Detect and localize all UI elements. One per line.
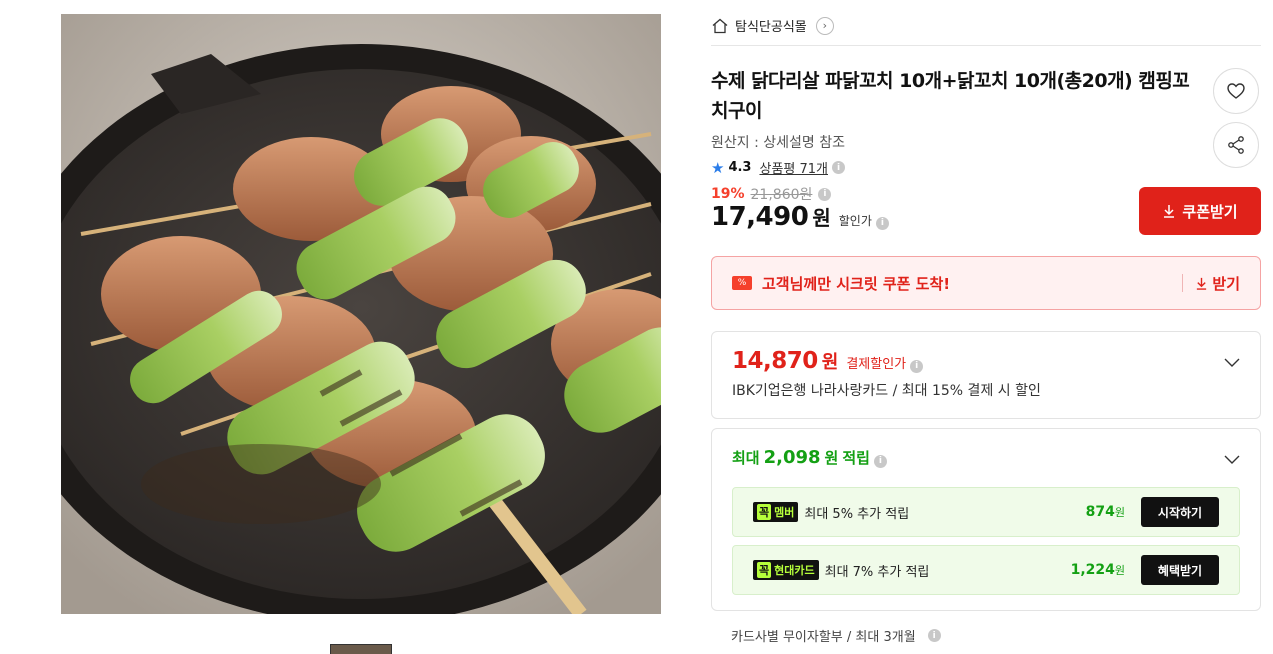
secret-coupon-get-button[interactable]: 받기 bbox=[1195, 273, 1240, 294]
card-discount-label: 결제할인가 bbox=[846, 357, 907, 372]
info-icon[interactable]: i bbox=[910, 359, 924, 373]
secret-coupon-text: 고객님께만 시크릿 쿠폰 도착! bbox=[762, 274, 951, 293]
coupon-download-button[interactable]: 쿠폰받기 bbox=[1139, 187, 1261, 235]
get-benefit-button[interactable]: 혜택받기 bbox=[1141, 555, 1219, 585]
chevron-down-icon[interactable] bbox=[1224, 354, 1240, 370]
divider bbox=[1182, 274, 1184, 292]
badge-label: 멤버 bbox=[774, 506, 795, 519]
reward-points-unit: 원 bbox=[1114, 506, 1125, 519]
coupon-button-label: 쿠폰받기 bbox=[1182, 202, 1238, 221]
coupon-icon: % bbox=[732, 276, 752, 290]
points-unit: 원 bbox=[824, 449, 839, 467]
info-icon[interactable]: i bbox=[832, 161, 845, 174]
info-icon[interactable]: i bbox=[875, 216, 889, 230]
info-icon[interactable]: i bbox=[873, 454, 887, 468]
info-icon[interactable]: i bbox=[818, 187, 832, 201]
chevron-down-icon[interactable] bbox=[1224, 451, 1240, 467]
reward-points-unit: 원 bbox=[1114, 564, 1125, 577]
download-icon bbox=[1197, 277, 1207, 290]
card-discount-unit: 원 bbox=[821, 352, 839, 373]
kkok-badge: 꼭 bbox=[757, 504, 772, 520]
sale-price: 17,490 bbox=[711, 202, 809, 232]
badge-label: 현대카드 bbox=[774, 564, 815, 577]
reward-desc: 최대 7% 추가 적립 bbox=[824, 564, 930, 580]
rating-score: 4.3 bbox=[728, 160, 752, 175]
member-badge: 꼭 멤버 bbox=[753, 502, 799, 522]
points-amount: 2,098 bbox=[763, 447, 821, 468]
reward-points: 1,224원 bbox=[1071, 562, 1125, 578]
hyundai-card-badge: 꼭 현대카드 bbox=[753, 560, 819, 580]
installment-info: 카드사별 무이자할부 / 최대 3개월 i bbox=[731, 626, 941, 645]
product-info-panel: 탐식단공식몰 › 수제 닭다리살 파닭꼬치 10개+닭꼬치 10개(총20개) … bbox=[711, 0, 1261, 654]
reward-row-hyundai-card: 꼭 현대카드 최대 7% 추가 적립 1,224원 혜택받기 bbox=[732, 545, 1240, 595]
installment-text: 카드사별 무이자할부 / 최대 3개월 bbox=[731, 630, 916, 645]
share-button[interactable] bbox=[1213, 122, 1259, 168]
thumbnail-image[interactable] bbox=[330, 644, 392, 654]
points-prefix: 최대 bbox=[732, 449, 760, 467]
wishlist-button[interactable] bbox=[1213, 68, 1259, 114]
card-discount-price-row: 14,870 원 결제할인가 i bbox=[732, 348, 1240, 374]
info-icon[interactable]: i bbox=[927, 629, 941, 642]
reward-points-value: 874 bbox=[1085, 504, 1115, 520]
store-name: 탐식단공식몰 bbox=[735, 20, 807, 35]
reward-points-value: 1,224 bbox=[1070, 562, 1115, 578]
card-discount-desc: IBK기업은행 나라사랑카드 / 최대 15% 결제 시 할인 bbox=[732, 383, 1041, 399]
reward-points: 874원 bbox=[1086, 504, 1125, 520]
origin-info: 원산지 : 상세설명 참조 bbox=[711, 135, 845, 151]
grilled-skewers-image bbox=[61, 14, 661, 614]
divider bbox=[711, 45, 1261, 46]
heart-icon bbox=[1227, 83, 1245, 99]
reward-row-member: 꼭 멤버 최대 5% 추가 적립 874원 시작하기 bbox=[732, 487, 1240, 537]
discount-rate: 19% bbox=[711, 186, 745, 202]
start-button[interactable]: 시작하기 bbox=[1141, 497, 1219, 527]
product-main-image bbox=[61, 14, 661, 614]
points-panel: 최대 2,098 원 적립 i 꼭 멤버 최대 5% 추가 적립 874원 시작… bbox=[711, 428, 1261, 611]
rating-row: ★ 4.3 상품평 71개 i bbox=[711, 158, 845, 177]
points-suffix: 적립 bbox=[842, 449, 870, 467]
price-unit: 원 bbox=[812, 206, 831, 230]
chevron-right-icon: › bbox=[815, 16, 834, 35]
reward-desc: 최대 5% 추가 적립 bbox=[804, 506, 910, 522]
secret-coupon-action: 받기 bbox=[1212, 274, 1240, 293]
download-icon bbox=[1164, 205, 1175, 218]
home-icon bbox=[711, 17, 729, 35]
price-row: 17,490 원 할인가 i bbox=[711, 202, 889, 232]
points-title: 최대 2,098 원 적립 i bbox=[732, 447, 1240, 468]
star-icon: ★ bbox=[711, 158, 725, 177]
kkok-badge: 꼭 bbox=[757, 562, 772, 578]
card-discount-price: 14,870 bbox=[732, 348, 818, 374]
original-price: 21,860원 bbox=[750, 187, 813, 203]
share-icon bbox=[1228, 136, 1244, 154]
secret-coupon-banner[interactable]: % 고객님께만 시크릿 쿠폰 도착! 받기 bbox=[711, 256, 1261, 310]
product-title: 수제 닭다리살 파닭꼬치 10개+닭꼬치 10개(총20개) 캠핑꼬치구이 bbox=[711, 70, 1190, 122]
store-link[interactable]: 탐식단공식몰 › bbox=[711, 16, 834, 35]
discount-row: 19% 21,860원 i bbox=[711, 184, 832, 204]
card-discount-panel[interactable]: 14,870 원 결제할인가 i IBK기업은행 나라사랑카드 / 최대 15%… bbox=[711, 331, 1261, 419]
price-note: 할인가 bbox=[838, 214, 872, 228]
review-count-link[interactable]: 상품평 71개 bbox=[759, 158, 828, 177]
